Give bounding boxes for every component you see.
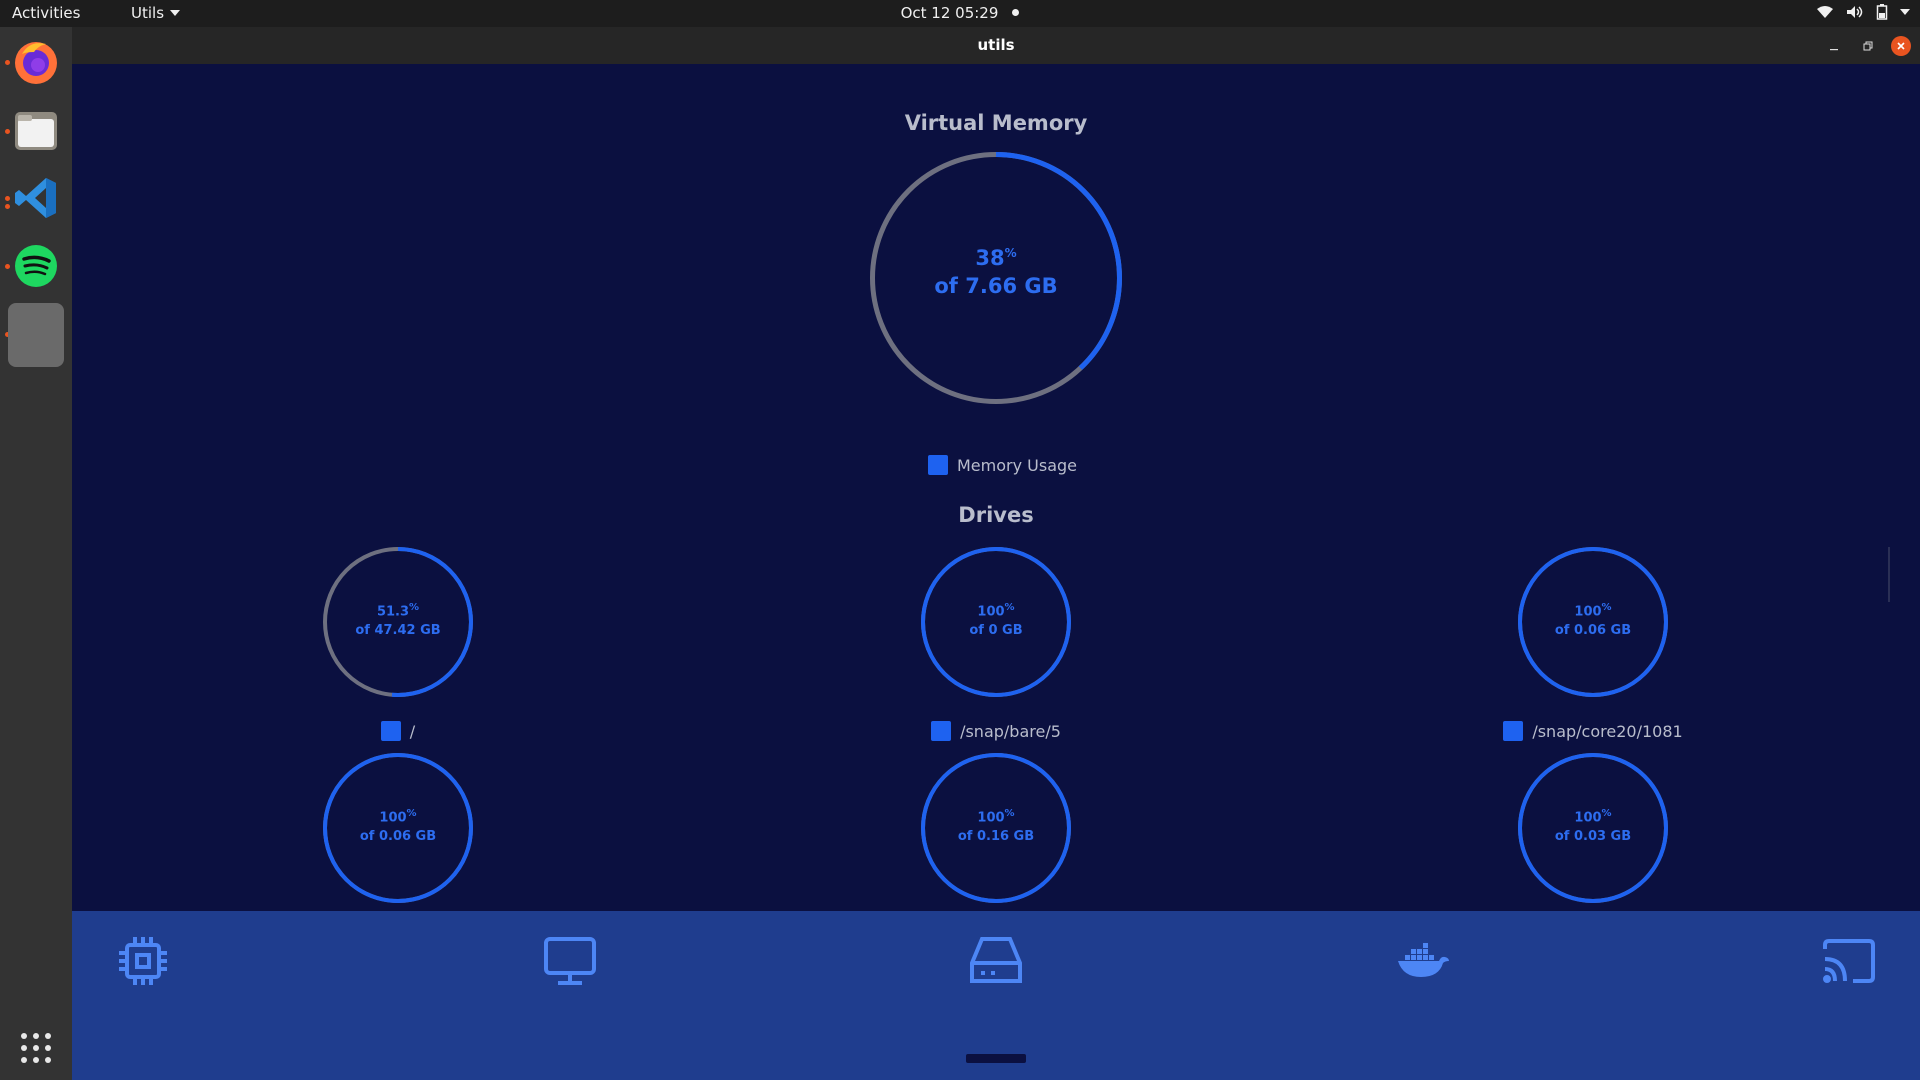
drive-percent-sign: % xyxy=(1004,808,1015,819)
cpu-icon xyxy=(119,937,167,985)
drive-percent-sign: % xyxy=(409,602,420,613)
drive-total: of 0.03 GB xyxy=(1554,829,1632,845)
drive-percent: 100% xyxy=(1517,602,1669,619)
minimize-button[interactable] xyxy=(1824,36,1844,56)
drive-percent: 51.3% xyxy=(322,602,474,619)
drive-percent-value: 100 xyxy=(1574,810,1602,826)
legend-swatch xyxy=(380,721,401,741)
minimize-icon xyxy=(1830,49,1838,51)
files-launcher[interactable] xyxy=(8,102,64,158)
nav-system-button[interactable] xyxy=(540,931,600,991)
drive-percent-sign: % xyxy=(1601,808,1612,819)
memory-legend[interactable]: Memory Usage xyxy=(928,455,1077,475)
active-tab-indicator xyxy=(966,1054,1026,1063)
drive-legend-label: /snap/core20/1081 xyxy=(1532,721,1683,741)
drive-percent-value: 51.3 xyxy=(376,604,410,620)
drive-gauge-label: 100% of 0.06 GB xyxy=(1517,602,1669,638)
drive-gauge-label: 100% of 0.03 GB xyxy=(1517,808,1669,844)
drive-percent: 100% xyxy=(920,808,1072,825)
drive-legend[interactable]: /snap/core20/1081 xyxy=(1393,721,1793,741)
monitor-icon xyxy=(544,937,596,985)
drive-percent-sign: % xyxy=(1601,602,1612,613)
drive-percent-sign: % xyxy=(1004,602,1015,613)
legend-swatch xyxy=(931,721,952,741)
vscode-launcher[interactable] xyxy=(8,170,64,226)
drive-legend-label: /snap/bare/5 xyxy=(960,721,1061,741)
restore-button[interactable] xyxy=(1858,36,1878,56)
wifi-icon xyxy=(1817,6,1833,18)
drive-percent-value: 100 xyxy=(379,810,407,826)
system-tray[interactable] xyxy=(1816,4,1910,20)
window-title: utils xyxy=(977,36,1015,54)
drive-percent-value: 100 xyxy=(977,604,1005,620)
drive-gauge-label: 100% of 0 GB xyxy=(920,602,1072,638)
drive-percent-value: 100 xyxy=(1574,604,1602,620)
memory-percent-sign: % xyxy=(1004,246,1017,260)
drive-percent-value: 100 xyxy=(977,810,1005,826)
close-icon xyxy=(1897,42,1905,50)
nav-storage-button[interactable] xyxy=(966,931,1026,991)
spotify-launcher[interactable] xyxy=(8,238,64,294)
dock xyxy=(0,27,72,1080)
chevron-down-icon xyxy=(1900,9,1910,15)
memory-percent: 38 xyxy=(975,246,1005,270)
system-top-bar: Activities Utils Oct 12 05:29 xyxy=(0,0,1920,27)
restore-icon xyxy=(1863,41,1873,51)
battery-icon xyxy=(1876,4,1888,20)
drive-percent: 100% xyxy=(322,808,474,825)
virtual-memory-title: Virtual Memory xyxy=(904,111,1088,135)
drive-percent-sign: % xyxy=(406,808,417,819)
spotify-icon xyxy=(15,245,57,287)
drive-total: of 0 GB xyxy=(969,623,1023,639)
drive-legend[interactable]: / xyxy=(198,721,598,741)
drive-total: of 0.06 GB xyxy=(359,829,437,845)
bottom-navigation xyxy=(72,911,1920,1080)
memory-gauge-label: 38% of 7.66 GB xyxy=(869,246,1123,298)
drive-gauge-label: 100% of 0.16 GB xyxy=(920,808,1072,844)
drive-total: of 47.42 GB xyxy=(355,623,441,639)
docker-icon xyxy=(1398,943,1449,977)
volume-icon xyxy=(1847,6,1863,18)
nav-docker-button[interactable] xyxy=(1393,931,1453,991)
nav-cast-button[interactable] xyxy=(1819,931,1879,991)
scrollbar[interactable] xyxy=(1888,547,1890,602)
firefox-launcher[interactable] xyxy=(8,34,64,90)
files-icon xyxy=(15,112,57,150)
clock-label: Oct 12 05:29 xyxy=(900,4,999,22)
firefox-icon xyxy=(15,42,57,84)
drive-percent: 100% xyxy=(1517,808,1669,825)
vscode-icon xyxy=(15,178,56,218)
app-window: utils Virtual Memory 38% of 7.66 GB Memo… xyxy=(72,27,1920,1080)
drives-title: Drives xyxy=(958,503,1034,527)
drive-total: of 0.06 GB xyxy=(1554,623,1632,639)
show-apps-button[interactable] xyxy=(8,1020,64,1076)
legend-swatch xyxy=(928,455,948,475)
cast-icon xyxy=(1823,939,1875,983)
memory-total: of 7.66 GB xyxy=(934,274,1058,298)
drive-legend-label: / xyxy=(409,721,416,741)
notification-dot-icon xyxy=(1012,9,1020,16)
drive-gauge-label: 51.3% of 47.42 GB xyxy=(322,602,474,638)
dashboard-content: Virtual Memory 38% of 7.66 GB Memory Usa… xyxy=(72,64,1920,911)
drive-gauge-label: 100% of 0.06 GB xyxy=(322,808,474,844)
legend-swatch xyxy=(1503,721,1524,741)
nav-cpu-button[interactable] xyxy=(113,931,173,991)
hard-drive-icon xyxy=(970,937,1022,983)
close-button[interactable] xyxy=(1891,36,1911,56)
clock[interactable]: Oct 12 05:29 xyxy=(0,4,1920,22)
drive-legend[interactable]: /snap/bare/5 xyxy=(796,721,1196,741)
window-titlebar[interactable]: utils xyxy=(72,27,1920,64)
drive-percent: 100% xyxy=(920,602,1072,619)
memory-legend-label: Memory Usage xyxy=(957,455,1078,475)
utils-launcher[interactable] xyxy=(8,303,64,367)
app-grid-icon xyxy=(21,1033,51,1063)
drive-total: of 0.16 GB xyxy=(957,829,1035,845)
